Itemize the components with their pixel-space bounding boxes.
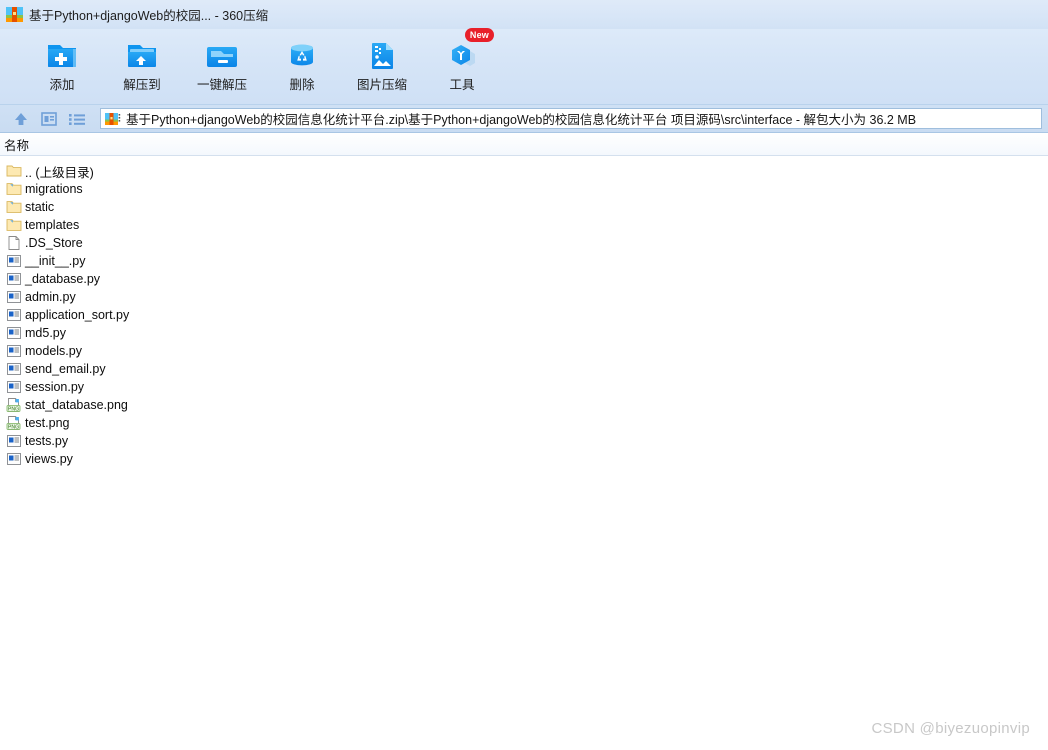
file-name: migrations <box>25 182 83 196</box>
window-title: 基于Python+djangoWeb的校园... - 360压缩 <box>29 9 269 23</box>
list-item[interactable]: session.py <box>0 378 1048 396</box>
column-header-name[interactable]: 名称 <box>0 135 29 154</box>
folder-icon <box>6 217 22 233</box>
image-compress-button-label: 图片压缩 <box>356 78 407 92</box>
blank-file-icon <box>6 235 22 251</box>
list-item[interactable]: migrations <box>0 180 1048 198</box>
list-item[interactable]: templates <box>0 216 1048 234</box>
py-file-icon <box>6 289 22 305</box>
recycle-bin-icon <box>282 35 322 75</box>
file-name: __init__.py <box>25 254 86 268</box>
extract-to-button-label: 解压到 <box>123 78 161 92</box>
py-file-icon <box>6 451 22 467</box>
file-name: stat_database.png <box>25 398 128 412</box>
delete-button-label: 删除 <box>289 78 315 92</box>
file-name: views.py <box>25 452 73 466</box>
list-item[interactable]: __init__.py <box>0 252 1048 270</box>
py-file-icon <box>6 253 22 269</box>
py-file-icon <box>6 271 22 287</box>
list-item[interactable]: .DS_Store <box>0 234 1048 252</box>
file-name: models.py <box>25 344 82 358</box>
list-item[interactable]: views.py <box>0 450 1048 468</box>
file-name: _database.py <box>25 272 101 286</box>
csdn-watermark: CSDN @biyezuopinvip <box>871 720 1030 737</box>
add-button[interactable]: 添加 <box>22 29 102 93</box>
file-name: tests.py <box>25 434 69 448</box>
archive-app-icon <box>6 6 23 23</box>
folder-up-icon <box>6 163 22 179</box>
py-file-icon <box>6 379 22 395</box>
folder-extract-icon <box>122 35 162 75</box>
list-item[interactable]: .. (上级目录) <box>0 162 1048 180</box>
file-name: test.png <box>25 416 70 430</box>
file-name: .DS_Store <box>25 236 83 250</box>
list-view-icon[interactable] <box>66 109 88 129</box>
py-file-icon <box>6 433 22 449</box>
folder-icon <box>6 199 22 215</box>
file-name: admin.py <box>25 290 76 304</box>
main-toolbar: 添加 解压到 一键解压 删除 图片压缩 New 工具 <box>0 28 1048 105</box>
list-item[interactable]: admin.py <box>0 288 1048 306</box>
list-item[interactable]: md5.py <box>0 324 1048 342</box>
image-compress-button[interactable]: 图片压缩 <box>342 29 422 93</box>
title-bar: 基于Python+djangoWeb的校园... - 360压缩 <box>0 0 1048 29</box>
svg-text:PNG: PNG <box>8 424 19 430</box>
address-text: 基于Python+djangoWeb的校园信息化统计平台.zip\基于Pytho… <box>126 113 917 127</box>
png-file-icon: PNG <box>6 397 22 413</box>
list-item[interactable]: PNG test.png <box>0 414 1048 432</box>
one-click-unzip-button-label: 一键解压 <box>196 78 247 92</box>
panel-view-icon[interactable] <box>38 109 60 129</box>
list-item[interactable]: application_sort.py <box>0 306 1048 324</box>
png-file-icon: PNG <box>6 415 22 431</box>
list-item[interactable]: static <box>0 198 1048 216</box>
py-file-icon <box>6 343 22 359</box>
py-file-icon <box>6 307 22 323</box>
list-item[interactable]: tests.py <box>0 432 1048 450</box>
list-item[interactable]: _database.py <box>0 270 1048 288</box>
folder-icon <box>6 181 22 197</box>
list-item[interactable]: PNG stat_database.png <box>0 396 1048 414</box>
folder-add-icon <box>42 35 82 75</box>
new-badge: New <box>464 28 494 42</box>
file-name: session.py <box>25 380 85 394</box>
file-name: md5.py <box>25 326 66 340</box>
py-file-icon <box>6 325 22 341</box>
navigation-bar: 基于Python+djangoWeb的校园信息化统计平台.zip\基于Pytho… <box>0 105 1048 133</box>
file-name: send_email.py <box>25 362 106 376</box>
list-item[interactable]: models.py <box>0 342 1048 360</box>
file-name: templates <box>25 218 80 232</box>
file-name: static <box>25 200 55 214</box>
add-button-label: 添加 <box>49 78 75 92</box>
one-click-unzip-icon <box>202 35 242 75</box>
zip-file-icon <box>105 111 121 127</box>
address-bar[interactable]: 基于Python+djangoWeb的校园信息化统计平台.zip\基于Pytho… <box>100 108 1042 129</box>
py-file-icon <box>6 361 22 377</box>
column-header-row: 名称 <box>0 133 1048 156</box>
one-click-unzip-button[interactable]: 一键解压 <box>182 29 262 93</box>
list-item[interactable]: send_email.py <box>0 360 1048 378</box>
tools-button-label: 工具 <box>449 78 475 92</box>
file-name: .. (上级目录) <box>25 165 94 180</box>
image-compress-icon <box>362 35 402 75</box>
delete-button[interactable]: 删除 <box>262 29 342 93</box>
up-arrow-icon[interactable] <box>10 109 32 129</box>
file-name: application_sort.py <box>25 308 130 322</box>
tools-button[interactable]: New 工具 <box>422 28 502 93</box>
extract-to-button[interactable]: 解压到 <box>102 29 182 93</box>
file-list[interactable]: .. (上级目录) migrations static templates .D… <box>0 156 1048 736</box>
svg-text:PNG: PNG <box>8 406 19 412</box>
